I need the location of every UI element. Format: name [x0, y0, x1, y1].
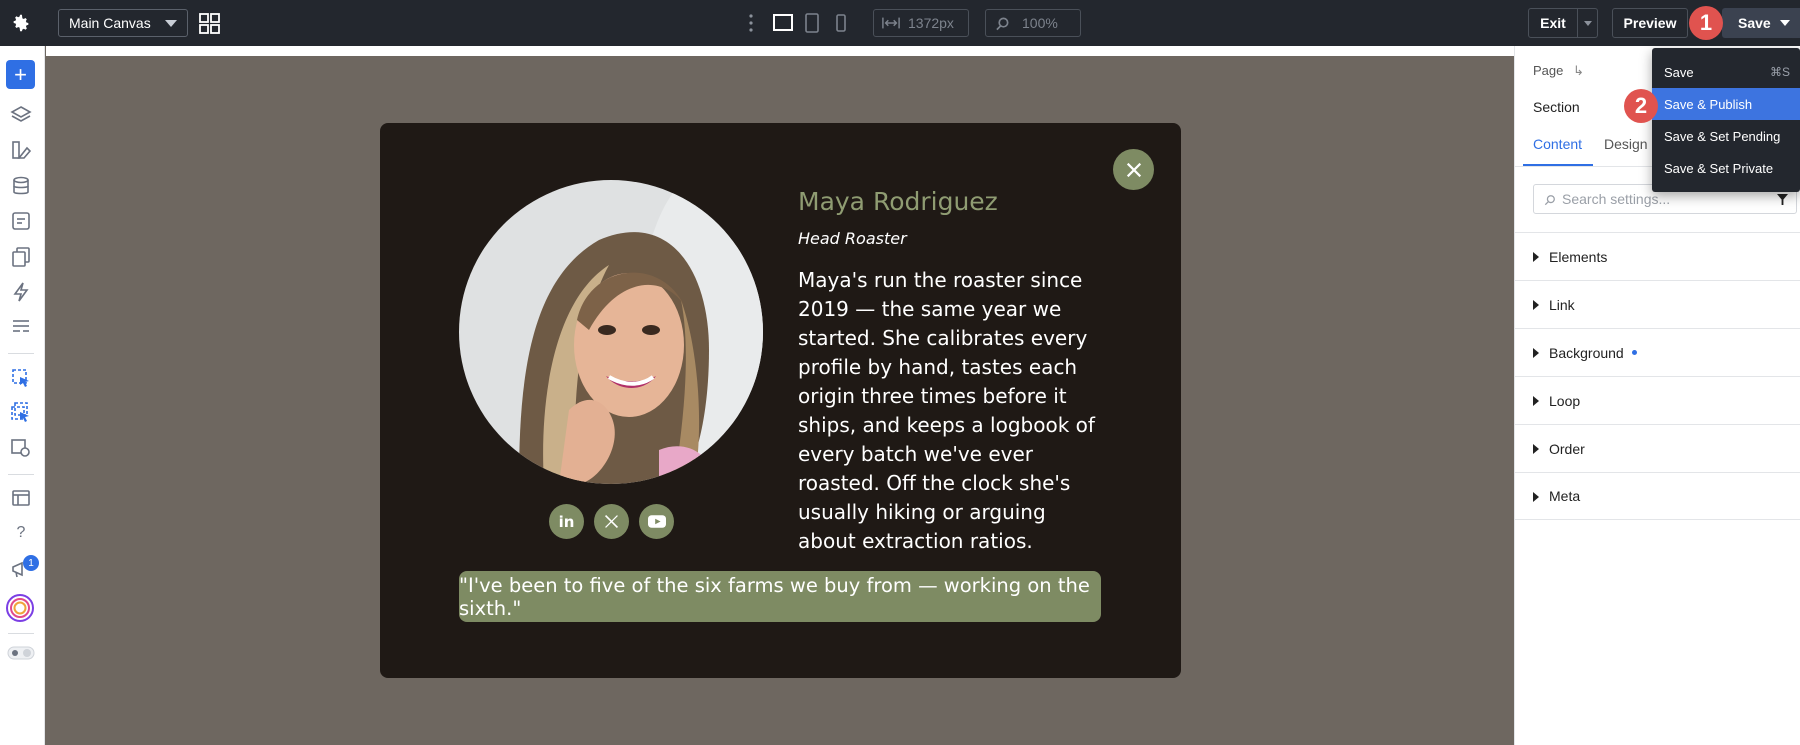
grid-icon[interactable]	[199, 13, 220, 34]
step-badge-2: 2	[1624, 89, 1658, 123]
shortcut-label: ⌘S	[1769, 65, 1790, 79]
x-icon	[604, 514, 619, 529]
tab-design[interactable]: Design	[1604, 136, 1648, 152]
canvas-width-value: 1372px	[908, 15, 954, 31]
menu-item-label: Save & Publish	[1664, 96, 1753, 112]
help-icon[interactable]: ?	[10, 522, 32, 544]
accordion-label: Meta	[1549, 488, 1581, 504]
accordion-background[interactable]: Background	[1515, 328, 1800, 376]
sidebar-divider	[8, 353, 34, 354]
search-icon	[996, 17, 1009, 30]
theme-builder-icon[interactable]	[10, 487, 32, 509]
phone-view-icon[interactable]	[834, 13, 848, 33]
member-role: Head Roaster	[798, 229, 907, 248]
caret-right-icon	[1533, 252, 1539, 262]
exit-options-button[interactable]	[1578, 8, 1598, 38]
accordion-label: Link	[1549, 296, 1575, 313]
linkedin-icon: in	[558, 512, 575, 531]
canvas-select-value: Main Canvas	[69, 15, 151, 31]
chevron-down-icon	[1780, 20, 1790, 26]
exit-button[interactable]: Exit	[1528, 8, 1578, 38]
lightning-icon[interactable]	[10, 281, 32, 303]
accordion-order[interactable]: Order	[1515, 424, 1800, 472]
desktop-view-icon[interactable]	[772, 13, 794, 33]
exit-label: Exit	[1540, 15, 1566, 31]
menu-item-save-private[interactable]: Save & Set Private	[1652, 152, 1800, 184]
preview-label: Preview	[1623, 15, 1677, 31]
return-arrow-icon: ↳	[1573, 63, 1584, 78]
database-icon[interactable]	[10, 175, 32, 197]
menu-item-label: Save & Set Pending	[1664, 128, 1781, 144]
multi-select-icon[interactable]	[10, 402, 32, 424]
search-placeholder: Search settings...	[1562, 191, 1671, 207]
layers-icon[interactable]	[10, 104, 32, 126]
canvas-top-bar	[46, 46, 1514, 56]
caret-right-icon	[1533, 492, 1539, 502]
accordion-label: Loop	[1549, 392, 1581, 409]
chevron-down-icon	[165, 20, 177, 27]
accordion-loop[interactable]: Loop	[1515, 376, 1800, 424]
width-arrows-icon	[882, 17, 900, 29]
member-quote: "I've been to five of the six farms we b…	[459, 571, 1101, 622]
canvas-width-field[interactable]: 1372px	[873, 9, 969, 37]
close-button[interactable]	[1113, 149, 1154, 190]
caret-right-icon	[1533, 348, 1539, 358]
sidebar-divider	[8, 474, 34, 475]
x-link[interactable]	[594, 504, 629, 539]
modified-indicator	[1631, 350, 1637, 355]
top-toolbar: Main Canvas 1372px 100% Exit Preview Sav…	[0, 0, 1800, 46]
left-sidebar: + ? 1	[0, 46, 45, 745]
save-label: Save	[1738, 15, 1771, 31]
layout-icon[interactable]	[10, 316, 32, 338]
canvas-select[interactable]: Main Canvas	[58, 9, 188, 37]
accordion-label: Order	[1549, 440, 1585, 457]
save-button[interactable]: Save	[1722, 8, 1800, 38]
member-bio: Maya's run the roaster since 2019 — the …	[798, 268, 1095, 553]
form-icon[interactable]	[10, 210, 32, 232]
menu-item-label: Save	[1664, 64, 1694, 80]
save-options-menu: Save ⌘S Save & Publish Save & Set Pendin…	[1652, 48, 1800, 192]
filter-icon[interactable]	[1777, 194, 1788, 205]
gear-icon[interactable]	[10, 12, 32, 34]
notification-badge: 1	[23, 555, 39, 571]
pages-icon[interactable]	[10, 246, 32, 268]
youtube-icon	[647, 515, 666, 528]
menu-item-save-publish[interactable]: Save & Publish	[1652, 88, 1800, 120]
accordion-label: Background	[1549, 344, 1624, 361]
menu-item-label: Save & Set Private	[1664, 160, 1774, 176]
find-replace-icon[interactable]	[10, 437, 32, 459]
caret-right-icon	[1533, 396, 1539, 406]
design-library-icon[interactable]	[10, 139, 32, 161]
selected-element-title: Section	[1533, 99, 1580, 115]
caret-right-icon	[1533, 444, 1539, 454]
tab-content[interactable]: Content	[1533, 136, 1582, 152]
app-logo-icon[interactable]	[5, 593, 35, 623]
menu-item-save-pending[interactable]: Save & Set Pending	[1652, 120, 1800, 152]
menu-item-save[interactable]: Save ⌘S	[1652, 56, 1800, 88]
linkedin-link[interactable]: in	[549, 504, 584, 539]
search-icon	[1544, 195, 1555, 206]
breadcrumb-page: Page	[1533, 63, 1564, 78]
profile-photo	[459, 180, 763, 484]
youtube-link[interactable]	[639, 504, 674, 539]
add-element-button[interactable]: +	[6, 60, 35, 89]
select-element-icon[interactable]	[10, 367, 32, 389]
accordion-elements[interactable]: Elements	[1515, 232, 1800, 280]
zoom-value: 100%	[1022, 15, 1058, 31]
step-badge-1: 1	[1689, 6, 1723, 40]
accordion-meta[interactable]: Meta	[1515, 472, 1800, 520]
toggle-switch-icon[interactable]	[7, 645, 35, 661]
accordion-link[interactable]: Link	[1515, 280, 1800, 328]
tablet-view-icon[interactable]	[804, 13, 820, 33]
preview-button[interactable]: Preview	[1612, 8, 1688, 38]
breadcrumb[interactable]: Page ↳	[1533, 63, 1584, 79]
accordion-label: Elements	[1549, 248, 1608, 265]
chevron-down-icon	[1583, 20, 1592, 26]
caret-right-icon	[1533, 300, 1539, 310]
zoom-field[interactable]: 100%	[985, 9, 1081, 37]
member-name: Maya Rodriguez	[798, 187, 998, 216]
more-options-icon[interactable]	[746, 12, 756, 34]
close-icon	[1126, 162, 1141, 177]
sidebar-divider	[8, 633, 34, 634]
